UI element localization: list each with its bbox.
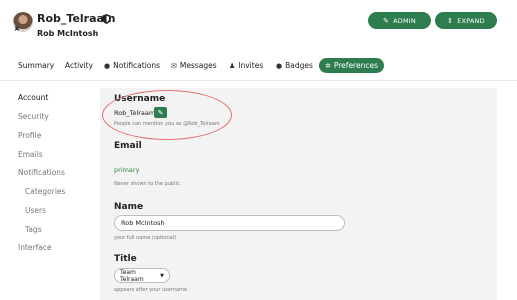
user-plus-icon: ♟ bbox=[229, 61, 236, 70]
tab-label: Notifications bbox=[113, 61, 161, 70]
sidebar-item-tags[interactable]: Tags bbox=[25, 225, 42, 234]
tab-summary[interactable]: Summary bbox=[18, 58, 54, 73]
title-help: appears after your username bbox=[114, 287, 188, 293]
profile-nav: Summary Activity ● Notifications ✉ Messa… bbox=[0, 58, 517, 75]
admin-button[interactable]: ✎ ADMIN bbox=[368, 12, 431, 29]
tab-label: Summary bbox=[18, 61, 55, 70]
title-label: Title bbox=[114, 254, 137, 264]
nav-divider bbox=[0, 80, 517, 81]
name-input[interactable]: Rob McIntosh bbox=[114, 215, 345, 231]
title-select-value: Team Telraam bbox=[120, 268, 144, 283]
sidebar-item-security[interactable]: Security bbox=[18, 112, 49, 121]
name-help: your full name (optional) bbox=[114, 235, 177, 241]
name-label: Name bbox=[114, 202, 144, 212]
envelope-icon: ✉ bbox=[171, 61, 177, 70]
sidebar-item-emails[interactable]: Emails bbox=[18, 150, 43, 159]
sidebar-item-profile[interactable]: Profile bbox=[18, 131, 41, 140]
gear-icon: ✲ bbox=[325, 61, 331, 70]
tab-label: Activity bbox=[65, 61, 94, 70]
admin-button-label: ADMIN bbox=[393, 16, 416, 25]
badge-icon: ● bbox=[276, 61, 283, 70]
caret-down-icon: ▼ bbox=[160, 272, 164, 279]
tab-label: Messages bbox=[179, 61, 217, 70]
email-label: Email bbox=[114, 141, 142, 151]
shield-icon bbox=[102, 14, 111, 24]
annotation-ellipse bbox=[102, 90, 232, 140]
profile-header: ✖ Rob_Telraam Rob McIntosh ✎ ADMIN ⇕ EXP… bbox=[0, 0, 517, 50]
profile-full-name: Rob McIntosh bbox=[37, 29, 99, 38]
sidebar-item-account[interactable]: Account bbox=[18, 93, 48, 102]
tab-messages[interactable]: ✉ Messages bbox=[171, 58, 217, 73]
email-help: Never shown to the public. bbox=[114, 181, 182, 187]
tab-label: Invites bbox=[238, 61, 264, 70]
tab-preferences[interactable]: ✲ Preferences bbox=[319, 58, 384, 73]
email-value: primary bbox=[114, 166, 140, 174]
comment-icon: ● bbox=[104, 61, 111, 70]
expand-button-label: EXPAND bbox=[457, 16, 485, 25]
expand-icon: ⇕ bbox=[447, 16, 454, 25]
badge-icon: ✖ bbox=[14, 25, 20, 33]
expand-button[interactable]: ⇕ EXPAND bbox=[435, 12, 497, 29]
tab-label: Badges bbox=[285, 61, 313, 70]
tab-invites[interactable]: ♟ Invites bbox=[229, 58, 263, 73]
tab-badges[interactable]: ● Badges bbox=[276, 58, 313, 73]
sidebar-item-categories[interactable]: Categories bbox=[25, 187, 65, 196]
tab-activity[interactable]: Activity bbox=[65, 58, 93, 73]
wrench-icon: ✎ bbox=[383, 16, 390, 25]
title-select[interactable]: Team Telraam ▼ bbox=[114, 268, 170, 283]
tab-label: Preferences bbox=[333, 61, 378, 70]
tab-notifications[interactable]: ● Notifications bbox=[104, 58, 160, 73]
sidebar-item-interface[interactable]: Interface bbox=[18, 243, 52, 252]
sidebar-item-users[interactable]: Users bbox=[25, 206, 46, 215]
sidebar-item-notifications[interactable]: Notifications bbox=[18, 168, 65, 177]
